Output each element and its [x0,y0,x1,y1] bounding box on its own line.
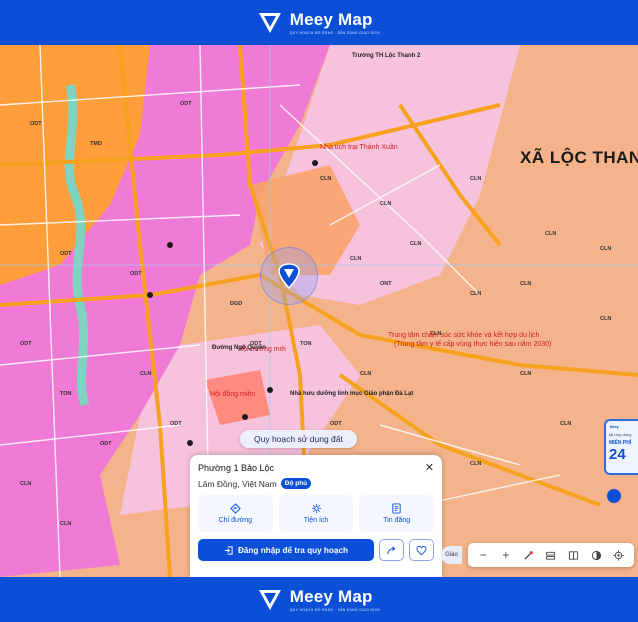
svg-text:CLN: CLN [470,291,481,297]
svg-text:CLN: CLN [60,521,71,527]
listings-button[interactable]: Tin đăng [359,495,435,532]
bottom-brand-bar: Meey Map QUY HOẠCH ĐỒ RÚNG · SẴN SÀNG GI… [0,577,638,622]
svg-text:ODT: ODT [20,341,32,347]
svg-text:CLN: CLN [470,461,481,467]
svg-text:CLN: CLN [320,176,331,182]
svg-text:CLN: CLN [470,176,481,182]
listings-label: Tin đăng [383,517,411,524]
listings-icon [392,503,401,514]
selected-location-marker[interactable] [260,247,318,305]
directions-icon [230,503,241,514]
favorite-button[interactable] [409,539,434,561]
svg-text:ODT: ODT [130,271,142,277]
svg-text:ONT: ONT [380,281,392,287]
map-poi-label: Nhà hưu dưỡng linh mục Giáo phận Đà Lạt [290,391,414,397]
svg-text:CLN: CLN [360,371,371,377]
coverage-badge[interactable]: Độ phủ [280,478,312,489]
location-title: Phường 1 Bảo Lộc [198,463,274,473]
svg-text:DGD: DGD [230,301,242,307]
close-icon[interactable]: ✕ [425,461,434,474]
svg-text:TON: TON [300,341,312,347]
share-button[interactable] [379,539,404,561]
map-annotation: Nhà tích trại Thánh Xuân [320,144,398,151]
brand-name: Meey Map [289,587,373,606]
promo-badge-icon [607,489,621,503]
svg-text:ODT: ODT [100,441,112,447]
svg-text:CLN: CLN [520,281,531,287]
compare-icon[interactable] [588,547,604,563]
svg-text:ODT: ODT [30,121,42,127]
utilities-icon [311,503,321,514]
location-info-card: Phường 1 Bảo Lộc ✕ Lâm Đồng, Việt Nam Độ… [190,455,442,577]
svg-text:CLN: CLN [600,316,611,322]
brand-tagline: QUY HOẠCH ĐỒ RÚNG · SẴN SÀNG GIAO DỊCH [289,31,381,35]
svg-text:CLN: CLN [350,256,361,262]
login-label: Đăng nhập để tra quy hoạch [237,545,349,555]
svg-text:ODT: ODT [180,101,192,107]
promo-line1: tải ứng dụng [609,432,632,437]
location-pin-icon [278,263,300,289]
svg-text:CLN: CLN [520,371,531,377]
brand-tagline: QUY HOẠCH ĐỒ RÚNG · SẴN SÀNG GIAO DỊCH [289,608,381,612]
utilities-label: Tiện ích [303,517,329,524]
meey-logo-icon [258,12,281,33]
directions-button[interactable]: Chỉ đường [198,495,273,532]
svg-text:CLN: CLN [560,421,571,427]
brand-name: Meey Map [289,10,373,29]
map-annotation: (Trung tâm y tế cấp vùng thực hiện sau n… [394,341,552,348]
svg-text:CLN: CLN [410,241,421,247]
split-icon[interactable] [566,547,582,563]
utilities-button[interactable]: Tiện ích [278,495,354,532]
zoom-out-icon[interactable]: − [475,547,491,563]
share-icon [387,545,396,554]
login-to-check-planning-button[interactable]: Đăng nhập để tra quy hoạch [198,539,374,561]
svg-text:CLN: CLN [600,246,611,252]
map-annotation: Trung tâm chăm sóc sức khỏe và kết hợp d… [388,332,540,339]
svg-text:ODT: ODT [60,251,72,257]
layers-icon[interactable] [543,547,559,563]
svg-text:CLN: CLN [20,481,31,487]
svg-text:CLN: CLN [140,371,151,377]
map-toolbar: − + [468,543,634,567]
zoom-in-icon[interactable]: + [498,547,514,563]
login-icon [224,545,233,555]
app-promo-tab[interactable]: Meey tải ứng dụng MIỄN PHÍ 24 [604,419,638,475]
heart-icon [416,545,427,555]
map-poi-label: Trường TH Lộc Thanh 2 [352,53,421,59]
commune-label: XÃ LỘC THAN [520,148,638,167]
land-use-layer-chip[interactable]: Quy hoạch sử dụng đất [240,430,357,448]
my-location-icon[interactable] [611,547,627,563]
scale-toggle[interactable]: Giảo [441,546,462,564]
svg-text:TMD: TMD [90,141,102,147]
meey-logo-icon [258,589,281,610]
directions-label: Chỉ đường [218,517,253,524]
map-street-label: Đường Ngô Quyền [212,345,266,351]
ruler-icon[interactable] [520,547,536,563]
svg-text:CLN: CLN [545,231,556,237]
svg-text:ODT: ODT [170,421,182,427]
promo-brand: Meey [610,425,619,429]
svg-text:ODT: ODT [330,421,342,427]
map-annotation: Hội đồng miền [210,391,256,398]
svg-text:CLN: CLN [380,201,391,207]
promo-line3: 24 [609,446,626,463]
location-subtitle: Lâm Đồng, Việt Nam [198,478,277,489]
svg-text:TON: TON [60,391,72,397]
top-brand-bar: Meey Map QUY HOẠCH ĐỒ RÚNG · SẴN SÀNG GI… [0,0,638,45]
